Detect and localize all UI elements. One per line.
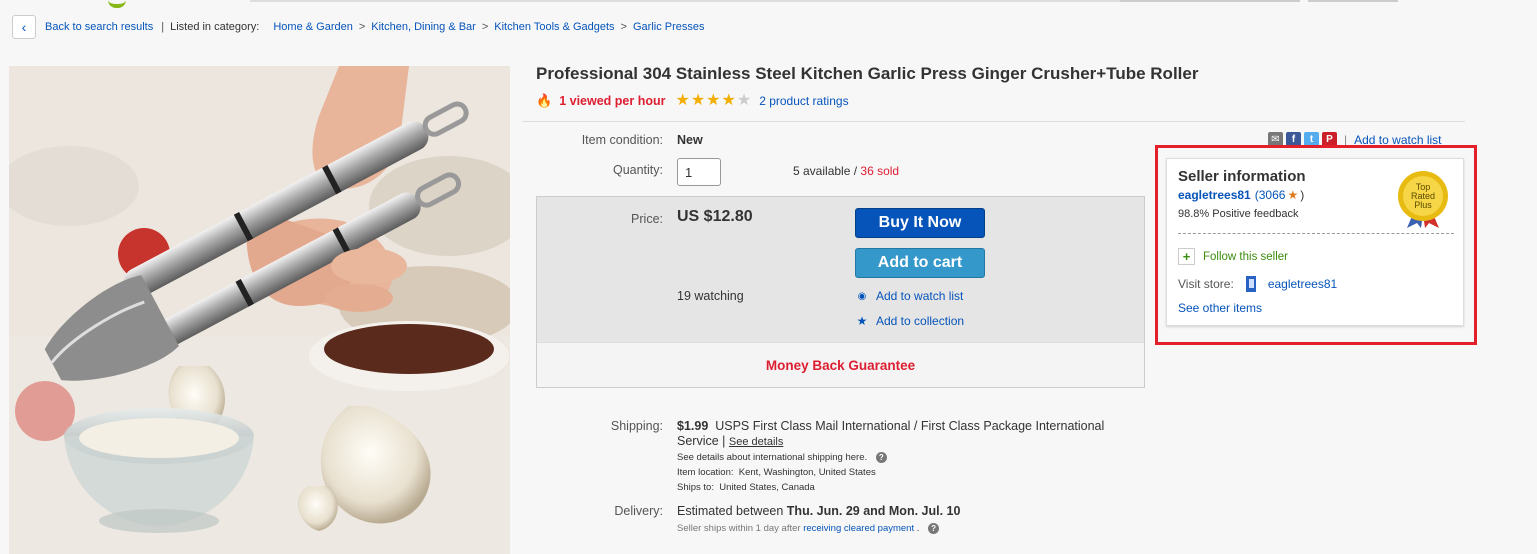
delivery-note-prefix: Seller ships within 1 day after <box>677 523 801 535</box>
item-location-label: Item location: <box>677 467 734 478</box>
feedback-score-link[interactable]: (3066 <box>1255 188 1286 202</box>
delivery-prefix: Estimated between <box>677 504 784 518</box>
search-bar-edge <box>250 0 1120 2</box>
positive-feedback: 98.8% Positive feedback <box>1178 208 1299 220</box>
watching-count: 19 watching <box>677 289 744 303</box>
garlic-press-photo <box>9 66 510 554</box>
listed-in-label: Listed in category: <box>170 21 260 33</box>
breadcrumb-garlic-presses[interactable]: Garlic Presses <box>633 21 705 33</box>
add-to-watch-list[interactable]: ◉ Add to watch list <box>855 289 964 303</box>
seller-info-title: Seller information <box>1178 168 1306 185</box>
filled-star-icon: ★ <box>721 92 736 109</box>
seller-name-row: eagletrees81 (3066 ★ ) <box>1178 188 1304 202</box>
shipping-label: Shipping: <box>610 419 663 433</box>
fire-icon: 🔥 <box>536 93 553 108</box>
product-ratings-link[interactable]: 2 product ratings <box>759 94 848 108</box>
price-box: Price: US $12.80 Buy It Now Add to cart … <box>536 196 1145 388</box>
breadcrumb-home-garden[interactable]: Home & Garden <box>273 21 352 33</box>
breadcrumb-separator: > <box>358 21 366 33</box>
add-to-cart-button[interactable]: Add to cart <box>855 248 985 278</box>
search-button-edge <box>1308 0 1398 2</box>
money-back-guarantee[interactable]: Money Back Guarantee <box>537 342 1144 387</box>
feedback-close: ) <box>1300 188 1305 202</box>
visit-store-row: Visit store: eagletrees81 <box>1178 275 1337 293</box>
delivery-note-suffix: . <box>916 523 920 535</box>
add-to-collection-label: Add to collection <box>876 314 965 328</box>
seller-information-box: Seller information eagletrees81 (3066 ★ … <box>1166 158 1464 326</box>
store-door-icon <box>1245 276 1256 292</box>
follow-seller[interactable]: + Follow this seller <box>1178 248 1288 265</box>
quantity-input[interactable] <box>677 158 721 186</box>
quantity-availability: 5 available / 36 sold <box>793 164 899 178</box>
delivery-note: Seller ships within 1 day after receivin… <box>677 523 940 535</box>
eye-icon: ◉ <box>857 290 867 302</box>
ships-to-label: Ships to: <box>677 482 714 493</box>
badge-text-plus: Plus <box>1414 200 1432 210</box>
availability-slash: / <box>853 164 858 178</box>
price-value: US $12.80 <box>677 208 753 225</box>
back-arrow-icon[interactable]: ‹ <box>12 15 36 39</box>
store-name-link[interactable]: eagletrees81 <box>1268 277 1337 291</box>
follow-seller-label: Follow this seller <box>1203 250 1288 263</box>
sold-count: 36 sold <box>860 164 900 178</box>
star-icon: ★ <box>856 314 868 328</box>
filled-star-icon: ★ <box>690 92 706 109</box>
add-to-watch-list-label: Add to watch list <box>876 289 964 303</box>
product-subline: 🔥 1 viewed per hour ★ ★ ★ ★ ★ 2 product rati… <box>536 93 849 109</box>
shipping-details: $1.99 USPS First Class Mail Internationa… <box>677 419 1137 450</box>
delivery-dates: Thu. Jun. 29 and Mon. Jul. 10 <box>786 504 961 518</box>
breadcrumb-separator: > <box>620 21 627 33</box>
top-rated-plus-badge-icon: Top Rated Plus <box>1398 171 1448 228</box>
available-count: 5 available <box>793 164 851 178</box>
visit-store-label: Visit store: <box>1178 277 1234 291</box>
category-select-edge <box>1120 0 1300 2</box>
shipping-pipe: | <box>722 434 729 448</box>
back-to-search-link[interactable]: Back to search results <box>45 21 153 33</box>
plus-icon: + <box>1178 248 1195 265</box>
see-other-items-link[interactable]: See other items <box>1178 301 1262 315</box>
item-location: Item location: Kent, Washington, United … <box>677 467 876 478</box>
ships-to-value: United States, Canada <box>719 482 815 493</box>
shipping-cost: $1.99 <box>677 419 709 433</box>
condition-label: Item condition: <box>581 133 663 147</box>
rating-stars[interactable]: ★ ★ ★ ★ ★ <box>675 93 751 109</box>
seller-name-link[interactable]: eagletrees81 <box>1178 188 1251 202</box>
logo-fragment <box>108 0 126 8</box>
breadcrumb-kitchen-dining[interactable]: Kitchen, Dining & Bar <box>371 21 476 33</box>
breadcrumb-separator: > <box>481 21 489 33</box>
empty-star-icon: ★ <box>736 92 752 109</box>
product-title: Professional 304 Stainless Steel Kitchen… <box>536 64 1199 83</box>
cleared-payment-link[interactable]: receiving cleared payment <box>803 523 914 534</box>
intl-shipping-note: See details about international shipping… <box>677 452 887 463</box>
price-label: Price: <box>631 212 663 226</box>
quantity-label: Quantity: <box>612 163 663 177</box>
feedback-star-icon: ★ <box>1287 188 1299 202</box>
buy-it-now-button[interactable]: Buy It Now <box>855 208 985 238</box>
condition-value: New <box>677 133 703 147</box>
see-details-link[interactable]: See details <box>729 436 783 448</box>
product-image[interactable] <box>9 66 510 554</box>
help-icon[interactable]: ? <box>928 523 940 534</box>
breadcrumb-divider: | <box>161 21 165 33</box>
viewed-per-hour: 1 viewed per hour <box>559 94 666 108</box>
help-icon[interactable]: ? <box>875 452 887 463</box>
item-location-value: Kent, Washington, United States <box>738 467 876 478</box>
filled-star-icon: ★ <box>706 92 721 109</box>
intl-shipping-text: See details about international shipping… <box>677 452 868 464</box>
title-divider <box>522 121 1465 122</box>
top-strip <box>0 0 1537 4</box>
breadcrumb-kitchen-tools[interactable]: Kitchen Tools & Gadgets <box>494 21 614 33</box>
breadcrumb: ‹ Back to search results | Listed in cat… <box>12 14 705 40</box>
delivery-label: Delivery: <box>614 504 663 518</box>
ships-to: Ships to: United States, Canada <box>677 482 815 493</box>
delivery-estimate: Estimated between Thu. Jun. 29 and Mon. … <box>677 504 960 518</box>
add-to-collection[interactable]: ★ Add to collection <box>855 314 964 328</box>
seller-divider <box>1178 233 1454 234</box>
filled-star-icon: ★ <box>675 92 690 109</box>
